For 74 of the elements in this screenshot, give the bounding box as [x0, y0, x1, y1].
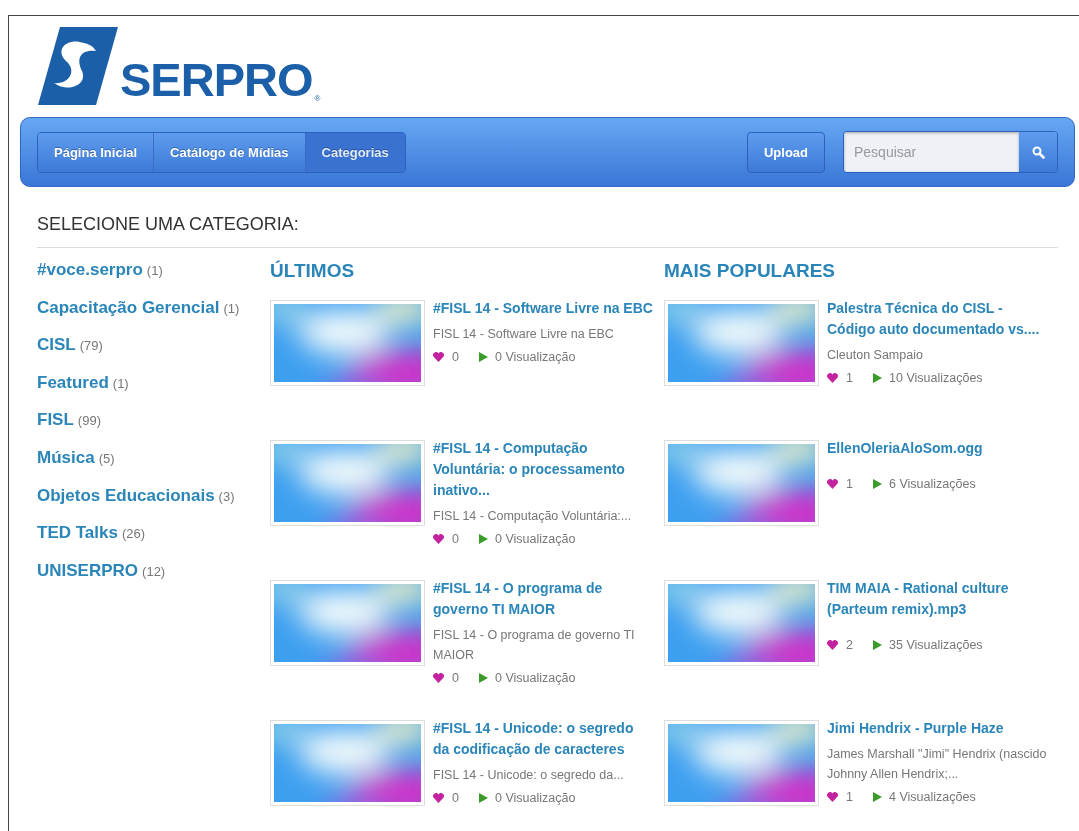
category-count: (12) — [142, 563, 166, 579]
media-description: FISL 14 - O programa de governo TI MAIOR — [433, 627, 636, 664]
view-count: 35 Visualizações — [889, 638, 983, 652]
section-heading: MAIS POPULARES — [664, 260, 837, 283]
category-count: (3) — [218, 488, 235, 504]
category-count: (99) — [77, 413, 101, 429]
category-count: (79) — [79, 338, 103, 354]
category-count: (1) — [146, 263, 163, 278]
view-count: 0 Visualização — [495, 532, 576, 546]
heart-icon — [827, 792, 838, 802]
heart-icon — [827, 373, 838, 383]
category-link[interactable]: Música — [37, 447, 95, 468]
media-description: Cleuton Sampaio — [827, 347, 924, 364]
category-count: (1) — [223, 300, 240, 316]
section-heading: ÚLTIMOS — [270, 260, 356, 283]
heart-icon — [827, 640, 838, 650]
play-icon — [478, 673, 488, 683]
view-count: 0 Visualização — [495, 671, 576, 685]
media-description: FISL 14 - Unicode: o segredo da... — [433, 767, 625, 784]
like-count: 1 — [846, 477, 854, 491]
category-count: (1) — [112, 375, 129, 391]
like-count: 1 — [846, 371, 854, 385]
category-link[interactable]: Featured — [37, 372, 109, 393]
play-icon — [478, 352, 488, 362]
page-heading: SELECIONE UMA CATEGORIA: — [37, 214, 1058, 248]
play-icon — [872, 479, 882, 489]
view-count: 10 Visualizações — [889, 371, 983, 385]
heart-icon — [433, 352, 444, 362]
category-link[interactable]: Capacitação Gerencial — [37, 297, 220, 318]
like-count: 0 — [452, 350, 460, 364]
heart-icon — [433, 534, 444, 544]
registered-mark: ® — [314, 94, 321, 103]
media-title-link[interactable]: #FISL 14 - O programa de governo TI MAIOR — [433, 578, 653, 620]
play-icon — [872, 373, 882, 383]
category-count: (26) — [121, 526, 146, 542]
category-link[interactable]: #voce.serpro — [37, 260, 143, 280]
logo-icon — [38, 27, 118, 105]
view-count: 0 Visualização — [495, 350, 576, 364]
category-link[interactable]: FISL — [37, 410, 74, 431]
heart-icon — [827, 479, 838, 489]
like-count: 0 — [452, 532, 460, 546]
play-icon — [872, 640, 882, 650]
media-title-link[interactable]: #FISL 14 - Software Livre na EBC — [433, 298, 653, 319]
play-icon — [478, 534, 488, 544]
play-icon — [478, 793, 488, 803]
media-title-link[interactable]: #FISL 14 - Computação Voluntária: o processamento inativo... — [433, 438, 653, 501]
view-count: 0 Visualização — [495, 791, 576, 805]
nav-tab[interactable]: Categorias — [305, 132, 405, 172]
like-count: 0 — [452, 671, 460, 685]
like-count: 0 — [452, 791, 460, 805]
media-description: FISL 14 - Software Livre na EBC — [433, 326, 615, 343]
like-count: 1 — [846, 790, 854, 804]
category-link[interactable]: UNISERPRO — [37, 560, 139, 581]
view-count: 4 Visualizações — [889, 790, 976, 804]
play-icon — [872, 792, 882, 802]
media-description: James Marshall "Jimi" Hendrix (nascido Johnny Allen Hendrix;... — [827, 746, 1047, 783]
category-link[interactable]: CISL — [37, 335, 76, 356]
media-title-link[interactable]: EllenOleriaAloSom.ogg — [827, 438, 1047, 459]
media-description: FISL 14 - Computação Voluntária:... — [433, 508, 633, 525]
category-link[interactable]: Objetos Educacionais — [37, 485, 215, 506]
like-count: 2 — [846, 638, 854, 652]
heart-icon — [433, 793, 444, 803]
category-link[interactable]: TED Talks — [37, 523, 118, 544]
view-count: 6 Visualizações — [889, 477, 976, 491]
logo-text: SERPRO — [120, 56, 313, 103]
media-title-link[interactable]: TIM MAIA - Rational culture (Parteum remix).mp3 — [827, 578, 1047, 620]
media-title-link[interactable]: Jimi Hendrix - Purple Haze — [827, 718, 1047, 739]
category-count: (5) — [98, 450, 115, 466]
nav-tab[interactable]: Página Inicial — [38, 132, 155, 172]
heart-icon — [433, 673, 444, 683]
media-title-link[interactable]: #FISL 14 - Unicode: o segredo da codificação de caracteres — [433, 718, 653, 760]
nav-tab[interactable]: Catálogo de Mídias — [154, 132, 306, 172]
media-title-link[interactable]: Palestra Técnica do CISL - Código auto documentado vs.... — [827, 298, 1047, 340]
upload-button[interactable]: Upload — [746, 131, 825, 173]
